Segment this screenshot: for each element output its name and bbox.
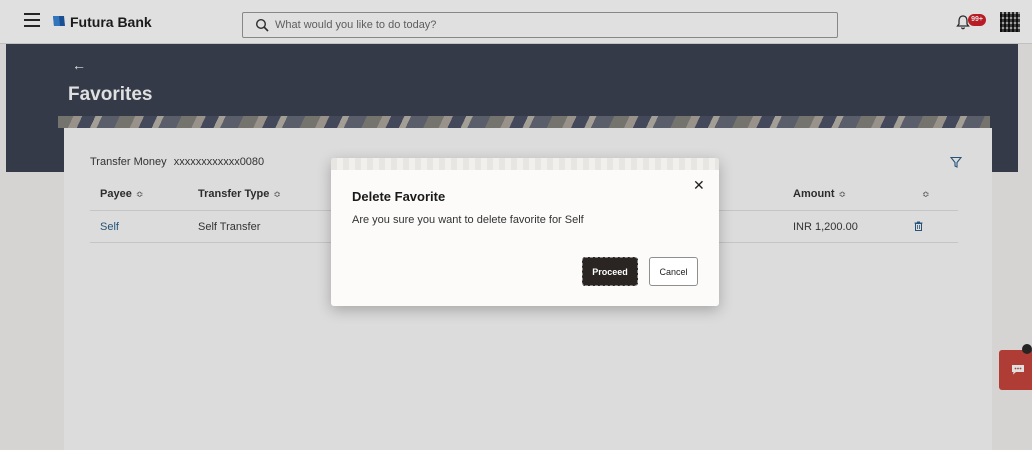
dialog-title: Delete Favorite [352, 189, 446, 204]
close-icon[interactable]: ✕ [693, 178, 705, 192]
dialog-message: Are you sure you want to delete favorite… [352, 214, 584, 226]
dialog-header-band [331, 158, 719, 170]
cancel-button[interactable]: Cancel [649, 257, 698, 286]
delete-favorite-dialog: Delete Favorite ✕ Are you sure you want … [331, 158, 719, 306]
proceed-button[interactable]: Proceed [582, 257, 638, 286]
